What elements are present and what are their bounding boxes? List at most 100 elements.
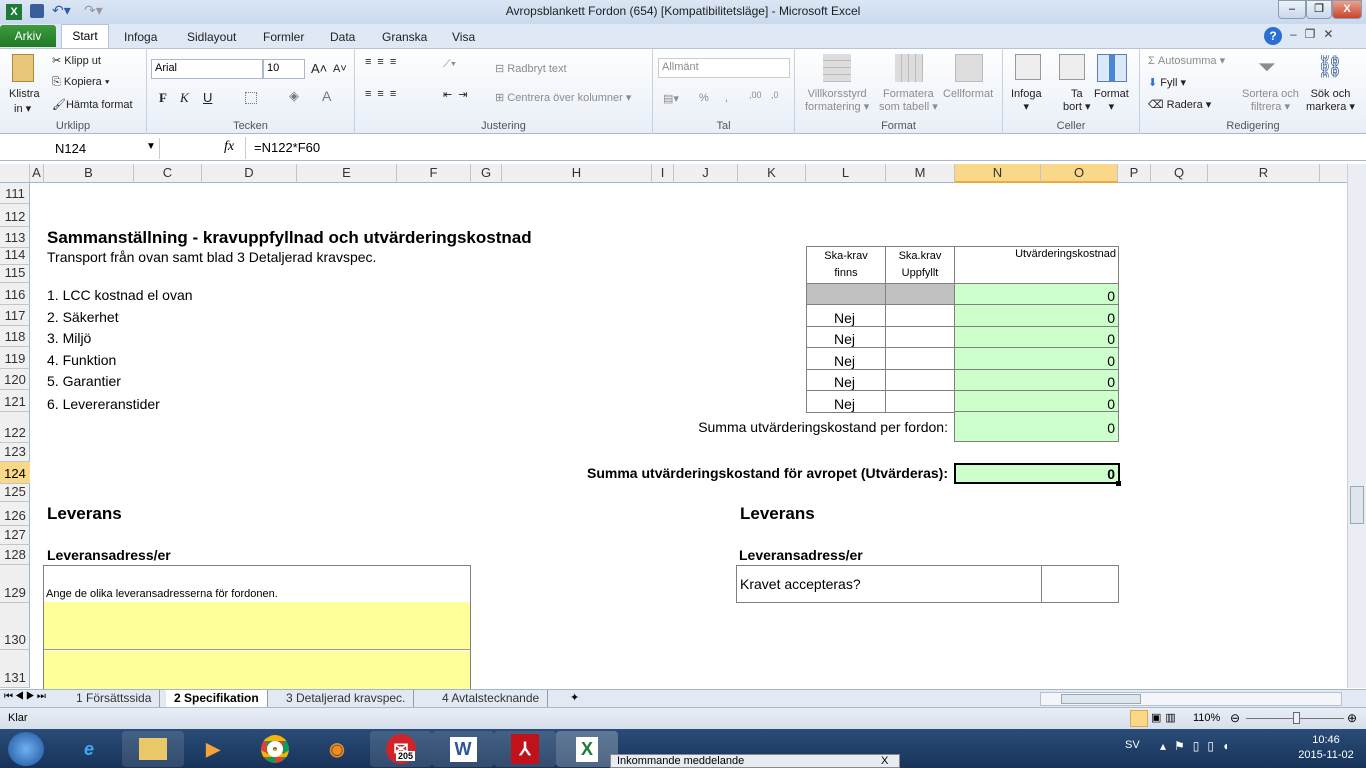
- bold-button[interactable]: F: [159, 90, 167, 106]
- excel-taskbar-icon[interactable]: X: [556, 731, 618, 767]
- chrome-icon[interactable]: [244, 731, 306, 767]
- help-icon[interactable]: ?: [1264, 27, 1282, 45]
- sheet-tab[interactable]: 3 Detaljerad kravspec.: [278, 690, 415, 707]
- column-header-b[interactable]: B: [44, 164, 134, 183]
- underline-button[interactable]: U: [203, 90, 212, 105]
- normal-view-button[interactable]: [1130, 710, 1148, 727]
- insert-sheet-icon[interactable]: ✦: [570, 691, 579, 704]
- row-header-112[interactable]: 112: [0, 204, 30, 227]
- address-input-2[interactable]: [44, 651, 470, 691]
- font-size-combo[interactable]: 10: [263, 59, 305, 79]
- formula-input[interactable]: =N122*F60: [245, 137, 1345, 159]
- increase-decimal-button[interactable]: ,00: [749, 90, 762, 100]
- row-header-116[interactable]: 116: [0, 283, 30, 305]
- h-scroll-thumb[interactable]: [1061, 694, 1141, 704]
- tab-visa[interactable]: Visa: [442, 28, 485, 48]
- column-header-c[interactable]: C: [134, 164, 202, 183]
- sheet-tab[interactable]: 1 Försättssida: [68, 690, 161, 707]
- number-format-combo[interactable]: Allmänt: [658, 58, 790, 78]
- fill-handle[interactable]: [1116, 481, 1121, 486]
- paste-button[interactable]: Klistra: [9, 88, 40, 100]
- zoom-level[interactable]: 110%: [1193, 712, 1220, 724]
- popup-close-button[interactable]: X: [881, 755, 888, 767]
- file-explorer-icon[interactable]: [122, 731, 184, 767]
- column-header-o[interactable]: O: [1041, 164, 1118, 183]
- column-header-n[interactable]: N: [955, 164, 1041, 183]
- zoom-in-button[interactable]: ⊕: [1347, 711, 1357, 725]
- sheet-nav-arrows[interactable]: ⏮◀▶⏭: [4, 691, 48, 702]
- row-header-123[interactable]: 123: [0, 443, 30, 462]
- decrease-decimal-button[interactable]: ,0: [771, 90, 779, 100]
- wrap-text-button[interactable]: ⊟ Radbryt text: [495, 62, 567, 75]
- row-header-111[interactable]: 111: [0, 183, 30, 204]
- row-header-120[interactable]: 120: [0, 369, 30, 390]
- sheet-tab[interactable]: 4 Avtalstecknande: [434, 690, 549, 707]
- column-header-m[interactable]: M: [886, 164, 955, 183]
- row-header-127[interactable]: 127: [0, 526, 30, 545]
- mail-icon[interactable]: ✉ 205: [370, 731, 432, 767]
- column-header-k[interactable]: K: [738, 164, 806, 183]
- currency-icon[interactable]: ▤▾: [663, 92, 679, 105]
- column-header-l[interactable]: L: [806, 164, 886, 183]
- table-cell-uppfyllt[interactable]: [885, 304, 955, 327]
- tab-sidlayout[interactable]: Sidlayout: [177, 28, 246, 48]
- orientation-icon[interactable]: ⟋▾: [443, 58, 456, 71]
- acrobat-icon[interactable]: ⅄: [494, 731, 556, 767]
- internet-explorer-icon[interactable]: e: [58, 731, 120, 767]
- column-header-a[interactable]: A: [30, 164, 44, 183]
- zoom-out-button[interactable]: ⊖: [1230, 711, 1240, 725]
- minimize-button[interactable]: –: [1278, 0, 1306, 19]
- column-header-p[interactable]: P: [1118, 164, 1151, 183]
- row-header-113[interactable]: 113: [0, 227, 30, 248]
- cut-button[interactable]: ✂ Klipp ut: [52, 54, 101, 67]
- row-header-125[interactable]: 125: [0, 484, 30, 502]
- merge-center-button[interactable]: ⊞ Centrera över kolumner ▾: [495, 91, 631, 104]
- insert-cells-button[interactable]: Infoga ▾: [1011, 88, 1042, 113]
- conditional-format-button[interactable]: Villkorsstyrd formatering ▾: [805, 88, 869, 113]
- column-header-i[interactable]: I: [652, 164, 674, 183]
- vertical-align-icons[interactable]: ≡≡≡: [365, 56, 402, 68]
- tab-infoga[interactable]: Infoga: [114, 28, 167, 48]
- scroll-thumb[interactable]: [1350, 486, 1364, 524]
- column-header-f[interactable]: F: [397, 164, 471, 183]
- row-header-115[interactable]: 115: [0, 265, 30, 283]
- table-cell-uppfyllt[interactable]: [885, 326, 955, 348]
- comma-button[interactable]: ,: [725, 92, 728, 104]
- table-cell-uppfyllt[interactable]: [885, 347, 955, 370]
- clock[interactable]: 10:46 2015-11-02: [1296, 734, 1356, 761]
- sum-total-value-selected-cell[interactable]: 0: [954, 463, 1120, 484]
- percent-button[interactable]: %: [699, 92, 709, 104]
- row-header-117[interactable]: 117: [0, 305, 30, 326]
- column-header-q[interactable]: Q: [1151, 164, 1208, 183]
- table-cell-uppfyllt[interactable]: [885, 283, 955, 305]
- row-header-121[interactable]: 121: [0, 390, 30, 412]
- tab-data[interactable]: Data: [320, 28, 365, 48]
- format-as-table-button[interactable]: Formatera som tabell ▾: [879, 88, 938, 113]
- page-view-buttons[interactable]: ▣▥: [1151, 711, 1180, 724]
- column-header-r[interactable]: R: [1208, 164, 1320, 183]
- zoom-slider-thumb[interactable]: [1293, 712, 1300, 724]
- accept-answer-cell[interactable]: [1041, 565, 1119, 603]
- start-button[interactable]: [8, 732, 44, 766]
- tab-formler[interactable]: Formler: [253, 28, 314, 48]
- column-header-h[interactable]: H: [502, 164, 652, 183]
- column-header-d[interactable]: D: [202, 164, 297, 183]
- select-all-button[interactable]: [0, 164, 30, 183]
- tab-start[interactable]: Start: [61, 24, 109, 49]
- column-header-j[interactable]: J: [674, 164, 738, 183]
- horizontal-align-icons[interactable]: ≡≡≡: [365, 88, 402, 100]
- column-header-e[interactable]: E: [297, 164, 397, 183]
- fill-color-icon[interactable]: ◈: [289, 88, 299, 104]
- shrink-font-button[interactable]: A˅: [333, 63, 347, 75]
- row-header-114[interactable]: 114: [0, 248, 30, 265]
- borders-icon[interactable]: [245, 92, 257, 104]
- find-select-button[interactable]: Sök och markera ▾: [1306, 88, 1355, 113]
- paste-dropdown[interactable]: in ▾: [14, 102, 31, 115]
- word-icon[interactable]: W: [432, 731, 494, 767]
- fill-button[interactable]: ⬇ Fyll ▾: [1148, 76, 1186, 89]
- row-header-126[interactable]: 126: [0, 502, 30, 526]
- delete-cells-button[interactable]: Ta bort ▾: [1063, 88, 1091, 113]
- media-player-icon[interactable]: ▶: [182, 731, 244, 767]
- table-cell-uppfyllt[interactable]: [885, 390, 955, 413]
- horizontal-scrollbar[interactable]: [1040, 692, 1342, 706]
